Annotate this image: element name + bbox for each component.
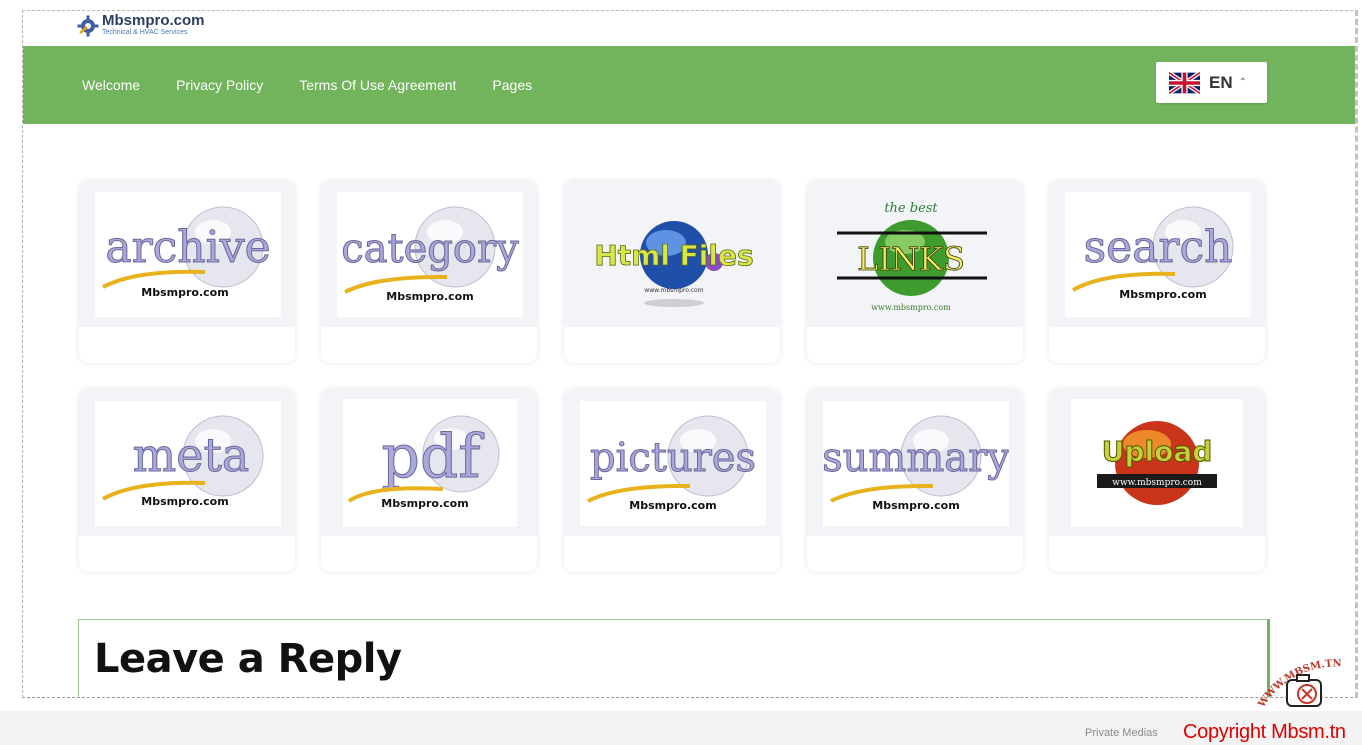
language-code: EN xyxy=(1209,72,1233,92)
language-switcher[interactable]: EN ⌃ xyxy=(1156,62,1267,103)
links-image-tagline: the best xyxy=(884,201,938,216)
nav-item-privacy-policy[interactable]: Privacy Policy xyxy=(176,77,263,93)
nav-menu: Welcome Privacy Policy Terms Of Use Agre… xyxy=(82,77,568,93)
html-files-image-text: Html Files xyxy=(594,239,753,272)
search-image-brand: Mbsmpro.com xyxy=(1119,288,1206,301)
search-image-text: search xyxy=(1084,222,1233,273)
nav-item-terms-of-use[interactable]: Terms Of Use Agreement xyxy=(299,77,456,93)
footer-bar: Private Medias Copyright Mbsm.tn xyxy=(0,711,1362,745)
main-navbar: Welcome Privacy Policy Terms Of Use Agre… xyxy=(23,46,1355,124)
archive-image-brand: Mbsmpro.com xyxy=(141,286,228,299)
links-image-brand: www.mbsmpro.com xyxy=(871,303,951,312)
pictures-image-text: pictures xyxy=(590,435,756,481)
card-pictures[interactable]: pictures Mbsmpro.com xyxy=(564,389,780,572)
archive-image: archive Mbsmpro.com xyxy=(95,192,281,317)
summary-image: summary Mbsmpro.com xyxy=(823,401,1009,526)
card-search[interactable]: search Mbsmpro.com xyxy=(1049,180,1265,363)
category-image-brand: Mbsmpro.com xyxy=(386,290,473,303)
logo-subtitle: Technical & HVAC Services xyxy=(102,29,188,36)
private-medias-label: Private Medias xyxy=(1085,727,1158,739)
page-frame: Mbsmpro.com Technical & HVAC Services We… xyxy=(22,10,1358,698)
summary-image-text: summary xyxy=(823,435,1009,481)
uk-flag-icon xyxy=(1169,71,1200,94)
meta-image-text: meta xyxy=(133,428,250,482)
logo-title: Mbsmpro.com xyxy=(102,12,205,29)
card-links[interactable]: the best LINKS www.mbsmpro.com xyxy=(807,180,1023,363)
links-image-text: LINKS xyxy=(857,240,965,278)
upload-image-brand: www.mbsmpro.com xyxy=(1112,478,1202,488)
card-html-files[interactable]: Html Files www.mbsmpro.com xyxy=(564,180,780,363)
site-logo[interactable]: Mbsmpro.com Technical & HVAC Services xyxy=(77,13,205,37)
card-category[interactable]: category Mbsmpro.com xyxy=(321,180,537,363)
search-image: search Mbsmpro.com xyxy=(1065,192,1251,317)
html-files-image: Html Files www.mbsmpro.com xyxy=(584,195,760,315)
camera-watermark-icon: WWW.MBSM.TN xyxy=(1257,658,1342,710)
links-image: the best LINKS www.mbsmpro.com xyxy=(829,192,1001,317)
pdf-image-brand: Mbsmpro.com xyxy=(381,497,468,510)
nav-item-welcome[interactable]: Welcome xyxy=(82,77,140,93)
pictures-image-brand: Mbsmpro.com xyxy=(629,499,716,512)
gear-logo-icon xyxy=(77,15,99,37)
card-pdf[interactable]: pdf Mbsmpro.com xyxy=(321,389,537,572)
pdf-image-text: pdf xyxy=(381,422,484,492)
chevron-up-icon: ⌃ xyxy=(1238,77,1248,88)
html-files-image-brand: www.mbsmpro.com xyxy=(644,287,703,294)
pictures-image: pictures Mbsmpro.com xyxy=(580,401,766,526)
top-header: Mbsmpro.com Technical & HVAC Services xyxy=(23,11,1355,45)
summary-image-brand: Mbsmpro.com xyxy=(872,499,959,512)
card-summary[interactable]: summary Mbsmpro.com xyxy=(807,389,1023,572)
leave-reply-section: Leave a Reply xyxy=(78,619,1270,697)
nav-item-pages[interactable]: Pages xyxy=(492,77,532,93)
upload-image: Upload www.mbsmpro.com xyxy=(1071,399,1243,527)
card-upload[interactable]: Upload www.mbsmpro.com xyxy=(1049,389,1265,572)
reply-title: Leave a Reply xyxy=(94,636,402,682)
pdf-image: pdf Mbsmpro.com xyxy=(343,399,517,527)
meta-image-brand: Mbsmpro.com xyxy=(141,495,228,508)
copyright-text: Copyright Mbsm.tn xyxy=(1183,721,1346,743)
card-meta[interactable]: meta Mbsmpro.com xyxy=(79,389,295,572)
archive-image-text: archive xyxy=(105,222,270,273)
upload-image-text: Upload xyxy=(1102,435,1213,468)
category-image: category Mbsmpro.com xyxy=(337,192,523,317)
meta-image: meta Mbsmpro.com xyxy=(95,401,281,526)
card-archive[interactable]: archive Mbsmpro.com xyxy=(79,180,295,363)
category-image-text: category xyxy=(341,226,519,272)
